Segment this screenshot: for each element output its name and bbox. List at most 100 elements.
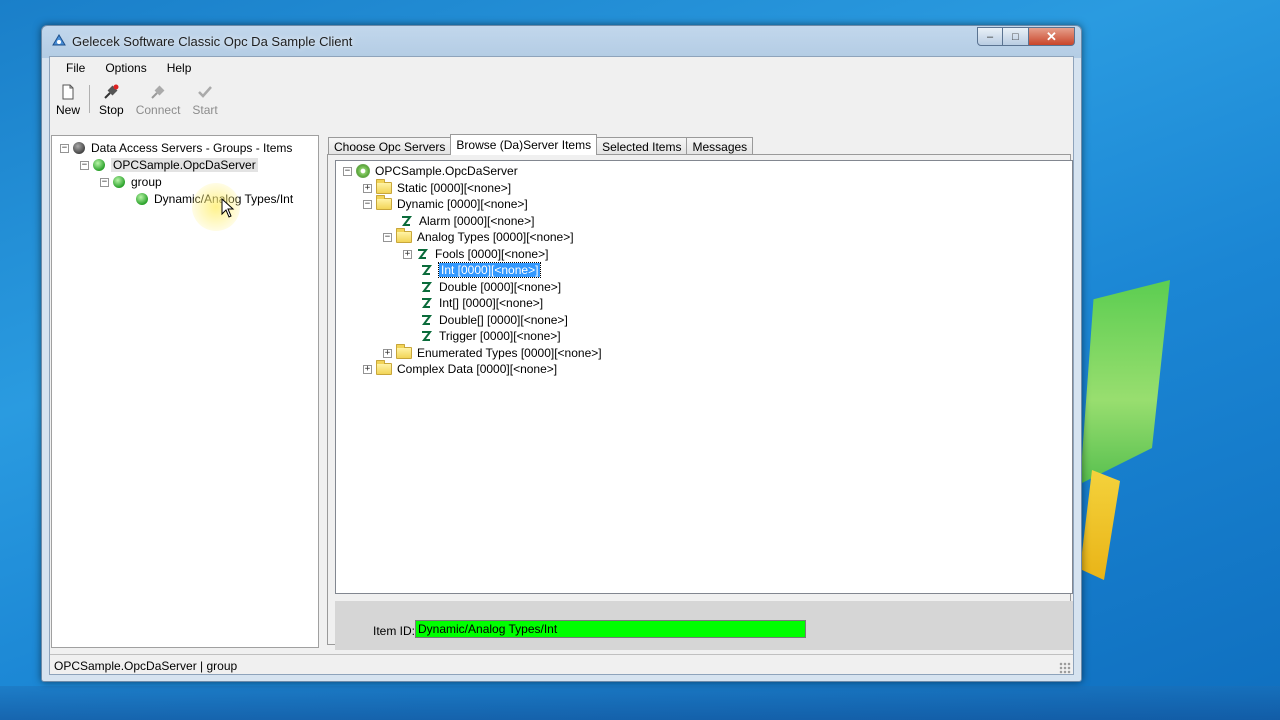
tab-label: Messages	[692, 139, 748, 154]
tab-messages[interactable]: Messages	[686, 137, 754, 155]
item-id-field[interactable]: Dynamic/Analog Types/Int	[415, 620, 806, 638]
browse-label-root: OPCSample.OpcDaServer	[375, 164, 518, 178]
collapse-icon[interactable]: −	[60, 143, 69, 153]
start-label: Start	[192, 103, 218, 117]
server-status-icon	[93, 159, 105, 171]
browse-label-trigger: Trigger [0000][<none>]	[439, 329, 561, 343]
pane-splitter[interactable]	[320, 135, 323, 648]
status-bar: OPCSample.OpcDaServer | group	[50, 654, 1073, 676]
item-id-label: Item ID:	[373, 624, 416, 638]
expand-icon[interactable]: +	[363, 183, 372, 193]
collapse-icon[interactable]: −	[100, 177, 109, 187]
folder-icon	[376, 360, 392, 375]
tree-label-root: Data Access Servers - Groups - Items	[91, 141, 293, 155]
connect-plug-icon	[151, 85, 165, 99]
tree-node-root[interactable]: − Data Access Servers - Groups - Items	[60, 140, 292, 156]
item-status-icon	[136, 193, 148, 205]
resize-grip-icon[interactable]	[1059, 662, 1071, 674]
browse-node-fools[interactable]: + Fools [0000][<none>]	[403, 246, 548, 262]
server-root-icon	[73, 142, 85, 154]
browse-label-static: Static [0000][<none>]	[397, 181, 512, 195]
title-bar[interactable]: Gelecek Software Classic Opc Da Sample C…	[42, 26, 1081, 56]
opc-item-tag-icon	[422, 331, 432, 341]
new-document-icon	[62, 84, 74, 100]
stop-button[interactable]: Stop	[93, 81, 130, 117]
folder-icon	[396, 344, 412, 359]
menu-help[interactable]: Help	[157, 57, 202, 79]
mouse-pointer-icon	[221, 198, 235, 218]
start-button[interactable]: Start	[186, 81, 223, 117]
folder-icon	[396, 228, 412, 243]
toolbar-separator	[89, 85, 91, 113]
browse-node-root[interactable]: − OPCSample.OpcDaServer	[343, 163, 518, 179]
menu-bar: File Options Help	[50, 57, 1079, 79]
group-status-icon	[113, 176, 125, 188]
client-area: File Options Help New Stop Connect Start…	[49, 56, 1074, 675]
browse-node-dynamic[interactable]: − Dynamic [0000][<none>]	[363, 195, 528, 212]
browse-node-enumerated-types[interactable]: + Enumerated Types [0000][<none>]	[383, 344, 602, 361]
tab-selected-items[interactable]: Selected Items	[596, 137, 688, 155]
new-label: New	[56, 103, 81, 117]
tree-label-group: group	[131, 175, 162, 189]
browse-tree-view[interactable]: − OPCSample.OpcDaServer + Static [0000][…	[335, 160, 1073, 594]
expand-icon[interactable]: +	[403, 249, 412, 259]
app-window: Gelecek Software Classic Opc Da Sample C…	[41, 25, 1082, 682]
browse-label-double: Double [0000][<none>]	[439, 280, 562, 294]
browse-node-analog-types[interactable]: − Analog Types [0000][<none>]	[383, 228, 574, 245]
browse-label-int-selected: Int [0000][<none>]	[437, 262, 542, 278]
browse-label-dynamic: Dynamic [0000][<none>]	[397, 197, 528, 211]
desktop-wallpaper-logo-accent	[1080, 470, 1120, 580]
minimize-icon: –	[986, 30, 994, 43]
menu-options[interactable]: Options	[95, 57, 156, 79]
taskbar	[0, 686, 1280, 720]
collapse-icon[interactable]: −	[80, 160, 89, 170]
tab-label: Choose Opc Servers	[334, 139, 446, 154]
minimize-button[interactable]: –	[977, 27, 1003, 46]
browse-node-alarm[interactable]: Alarm [0000][<none>]	[400, 213, 534, 229]
browse-node-complex-data[interactable]: + Complex Data [0000][<none>]	[363, 360, 557, 377]
tree-node-group[interactable]: − group	[100, 174, 162, 190]
browse-label-enumerated-types: Enumerated Types [0000][<none>]	[417, 346, 602, 360]
item-id-panel: Item ID: Dynamic/Analog Types/Int	[335, 601, 1073, 650]
expand-icon[interactable]: +	[383, 348, 392, 358]
tab-choose-opc-servers[interactable]: Choose Opc Servers	[328, 137, 452, 155]
connect-button[interactable]: Connect	[130, 81, 187, 117]
opc-item-tag-icon	[418, 249, 428, 259]
close-icon: ✕	[1046, 28, 1057, 44]
browse-label-analog-types: Analog Types [0000][<none>]	[417, 230, 574, 244]
tab-label: Browse (Da)Server Items	[456, 138, 592, 152]
new-button[interactable]: New	[50, 81, 86, 117]
window-title: Gelecek Software Classic Opc Da Sample C…	[72, 34, 353, 49]
opc-item-tag-icon	[422, 298, 432, 308]
server-group-tree[interactable]: − Data Access Servers - Groups - Items −…	[51, 135, 319, 648]
browse-label-double-array: Double[] [0000][<none>]	[439, 313, 568, 327]
collapse-icon[interactable]: −	[363, 199, 372, 209]
tab-browse-server-items[interactable]: Browse (Da)Server Items	[450, 134, 598, 155]
browse-node-static[interactable]: + Static [0000][<none>]	[363, 179, 512, 196]
stop-plug-icon	[104, 84, 119, 99]
connect-label: Connect	[135, 103, 181, 117]
tree-label-server: OPCSample.OpcDaServer	[111, 158, 258, 172]
expand-icon[interactable]: +	[363, 364, 372, 374]
browse-node-double-array[interactable]: Double[] [0000][<none>]	[420, 312, 568, 328]
browse-node-int-array[interactable]: Int[] [0000][<none>]	[420, 295, 543, 311]
toolbar: New Stop Connect Start	[50, 81, 1073, 119]
maximize-icon: □	[1012, 30, 1019, 43]
maximize-button[interactable]: □	[1003, 27, 1029, 46]
opc-item-tag-icon	[422, 315, 432, 325]
stop-label: Stop	[99, 103, 124, 117]
opc-item-tag-icon	[422, 282, 432, 292]
browse-node-int[interactable]: Int [0000][<none>]	[420, 262, 542, 278]
browse-node-double[interactable]: Double [0000][<none>]	[420, 279, 561, 295]
opc-server-icon	[356, 164, 370, 178]
browse-node-trigger[interactable]: Trigger [0000][<none>]	[420, 328, 561, 344]
status-text: OPCSample.OpcDaServer | group	[54, 659, 238, 673]
folder-icon	[376, 179, 392, 194]
menu-file[interactable]: File	[56, 57, 95, 79]
close-button[interactable]: ✕	[1029, 27, 1075, 46]
opc-item-tag-icon	[422, 265, 432, 275]
collapse-icon[interactable]: −	[343, 166, 352, 176]
browse-label-int-array: Int[] [0000][<none>]	[439, 296, 544, 310]
collapse-icon[interactable]: −	[383, 232, 392, 242]
tree-node-server[interactable]: − OPCSample.OpcDaServer	[80, 157, 258, 173]
